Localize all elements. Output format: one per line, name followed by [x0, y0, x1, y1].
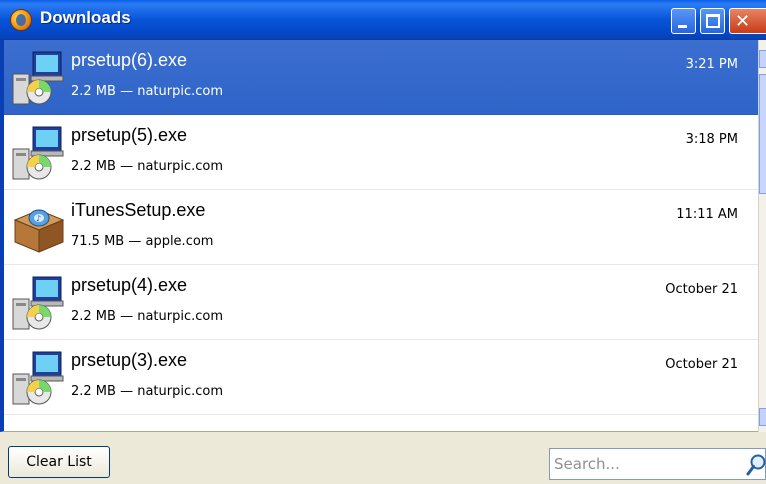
file-name: prsetup(4).exe — [71, 275, 188, 295]
minimize-button[interactable] — [671, 8, 696, 34]
close-icon: ✕ — [735, 11, 751, 32]
search-icon[interactable] — [746, 453, 766, 477]
file-meta: 2.2 MB — naturpic.com — [71, 384, 224, 399]
title-bar[interactable]: Downloads ✕ — [0, 0, 766, 40]
file-meta: 2.2 MB — naturpic.com — [71, 84, 224, 99]
firefox-icon — [10, 9, 32, 31]
file-name: prsetup(5).exe — [71, 125, 188, 145]
file-meta: 2.2 MB — naturpic.com — [71, 309, 224, 324]
download-time: October 21 — [665, 282, 738, 297]
installer-icon — [12, 126, 64, 180]
vertical-scrollbar[interactable] — [758, 40, 766, 432]
file-meta: 71.5 MB — apple.com — [71, 234, 214, 249]
package-icon: ♪ — [13, 209, 65, 253]
maximize-button[interactable] — [700, 8, 725, 34]
clear-list-button[interactable]: Clear List — [8, 446, 110, 478]
minimize-icon — [678, 25, 687, 28]
download-row[interactable]: prsetup(5).exe 2.2 MB — naturpic.com 3:1… — [4, 115, 758, 190]
svg-text:♪: ♪ — [36, 214, 41, 223]
installer-icon — [12, 351, 64, 405]
download-time: 3:18 PM — [685, 132, 738, 147]
close-button[interactable]: ✕ — [729, 8, 766, 34]
download-row[interactable]: prsetup(4).exe 2.2 MB — naturpic.com Oct… — [4, 265, 758, 340]
window-title: Downloads — [40, 8, 131, 27]
file-name: iTunesSetup.exe — [71, 200, 206, 220]
downloads-list[interactable]: prsetup(6).exe 2.2 MB — naturpic.com 3:2… — [0, 40, 758, 432]
search-input[interactable] — [554, 450, 734, 478]
scroll-up-button[interactable] — [759, 50, 766, 68]
file-name: prsetup(6).exe — [71, 50, 188, 70]
download-row[interactable]: ♪ iTunesSetup.exe 71.5 MB — apple.com 11… — [4, 190, 758, 265]
installer-icon — [12, 276, 64, 330]
file-name: prsetup(3).exe — [71, 350, 188, 370]
download-time: October 21 — [665, 357, 738, 372]
download-row[interactable]: prsetup(6).exe 2.2 MB — naturpic.com 3:2… — [4, 40, 758, 115]
file-meta: 2.2 MB — naturpic.com — [71, 159, 224, 174]
installer-icon — [12, 51, 64, 105]
download-row[interactable]: prsetup(3).exe 2.2 MB — naturpic.com Oct… — [4, 340, 758, 415]
download-time: 11:11 AM — [676, 207, 738, 222]
search-box[interactable] — [549, 448, 766, 480]
download-time: 3:21 PM — [685, 57, 738, 72]
footer-bar: Clear List — [0, 432, 766, 484]
maximize-icon — [706, 14, 720, 28]
scroll-thumb[interactable] — [759, 74, 766, 194]
scroll-down-button[interactable] — [759, 408, 766, 426]
